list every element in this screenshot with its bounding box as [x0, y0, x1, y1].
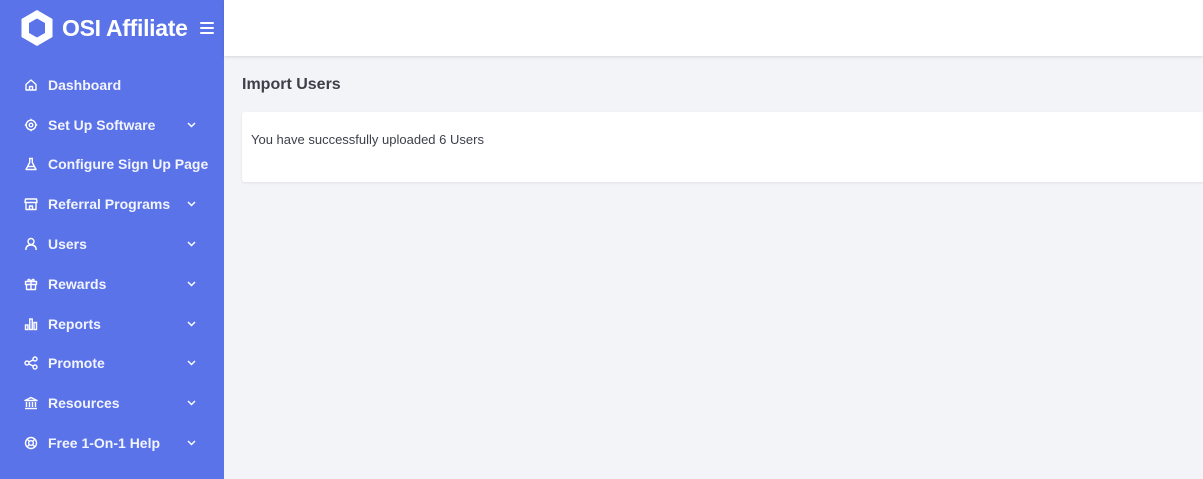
sidebar-item-set-up-software[interactable]: Set Up Software — [0, 105, 224, 145]
chevron-down-icon — [187, 122, 196, 128]
chevron-down-icon — [187, 321, 196, 327]
sidebar-item-label: Dashboard — [48, 76, 122, 93]
sidebar-item-label: Promote — [48, 355, 105, 372]
bar-chart-icon — [24, 317, 38, 330]
chevron-down-icon — [187, 241, 196, 247]
success-message: You have successfully uploaded 6 Users — [251, 132, 484, 147]
gift-icon — [24, 278, 38, 291]
sidebar-item-users[interactable]: Users — [0, 224, 224, 264]
upload-result-card: You have successfully uploaded 6 Users — [242, 112, 1203, 182]
sidebar-item-resources[interactable]: Resources — [0, 383, 224, 423]
flask-icon — [25, 158, 37, 171]
chevron-down-icon — [187, 400, 196, 406]
menu-toggle-icon[interactable] — [199, 22, 214, 34]
sidebar-item-free-help[interactable]: Free 1-On-1 Help — [0, 423, 224, 463]
home-icon — [25, 79, 37, 91]
lifebuoy-icon — [24, 436, 38, 450]
sidebar-item-label: Referral Programs — [48, 196, 171, 213]
sidebar-nav: Dashboard Set Up Software Configure Sign… — [0, 65, 224, 463]
sidebar-item-label: Users — [48, 236, 87, 253]
sidebar-item-label: Rewards — [48, 275, 107, 292]
page-title: Import Users — [242, 76, 341, 93]
chevron-down-icon — [187, 360, 196, 367]
sidebar-item-label: Set Up Software — [48, 116, 156, 133]
topbar — [224, 0, 1203, 56]
chevron-down-icon — [187, 281, 196, 287]
chevron-down-icon — [187, 201, 196, 207]
sidebar-item-dashboard[interactable]: Dashboard — [0, 65, 224, 105]
sidebar-item-promote[interactable]: Promote — [0, 344, 224, 384]
sidebar-item-label: Resources — [48, 395, 120, 412]
user-icon — [25, 237, 37, 251]
sidebar-item-reports[interactable]: Reports — [0, 304, 224, 344]
store-icon — [24, 198, 38, 211]
brand: OSI Affiliate — [0, 0, 224, 56]
sidebar-item-rewards[interactable]: Rewards — [0, 264, 224, 304]
sidebar-item-label: Reports — [48, 315, 101, 332]
chevron-down-icon — [187, 440, 196, 446]
sidebar: OSI Affiliate Dashboard Set Up Software … — [0, 0, 224, 479]
gear-icon — [24, 118, 38, 131]
hexagon-logo-icon[interactable] — [20, 9, 54, 47]
brand-name[interactable]: OSI Affiliate — [62, 15, 188, 42]
sidebar-item-label: Configure Sign Up Page — [48, 156, 209, 173]
sidebar-item-label: Free 1-On-1 Help — [48, 435, 161, 452]
sidebar-item-configure-sign-up-page[interactable]: Configure Sign Up Page — [0, 145, 224, 185]
share-icon — [24, 356, 38, 371]
sidebar-item-referral-programs[interactable]: Referral Programs — [0, 184, 224, 224]
bank-icon — [24, 397, 38, 410]
